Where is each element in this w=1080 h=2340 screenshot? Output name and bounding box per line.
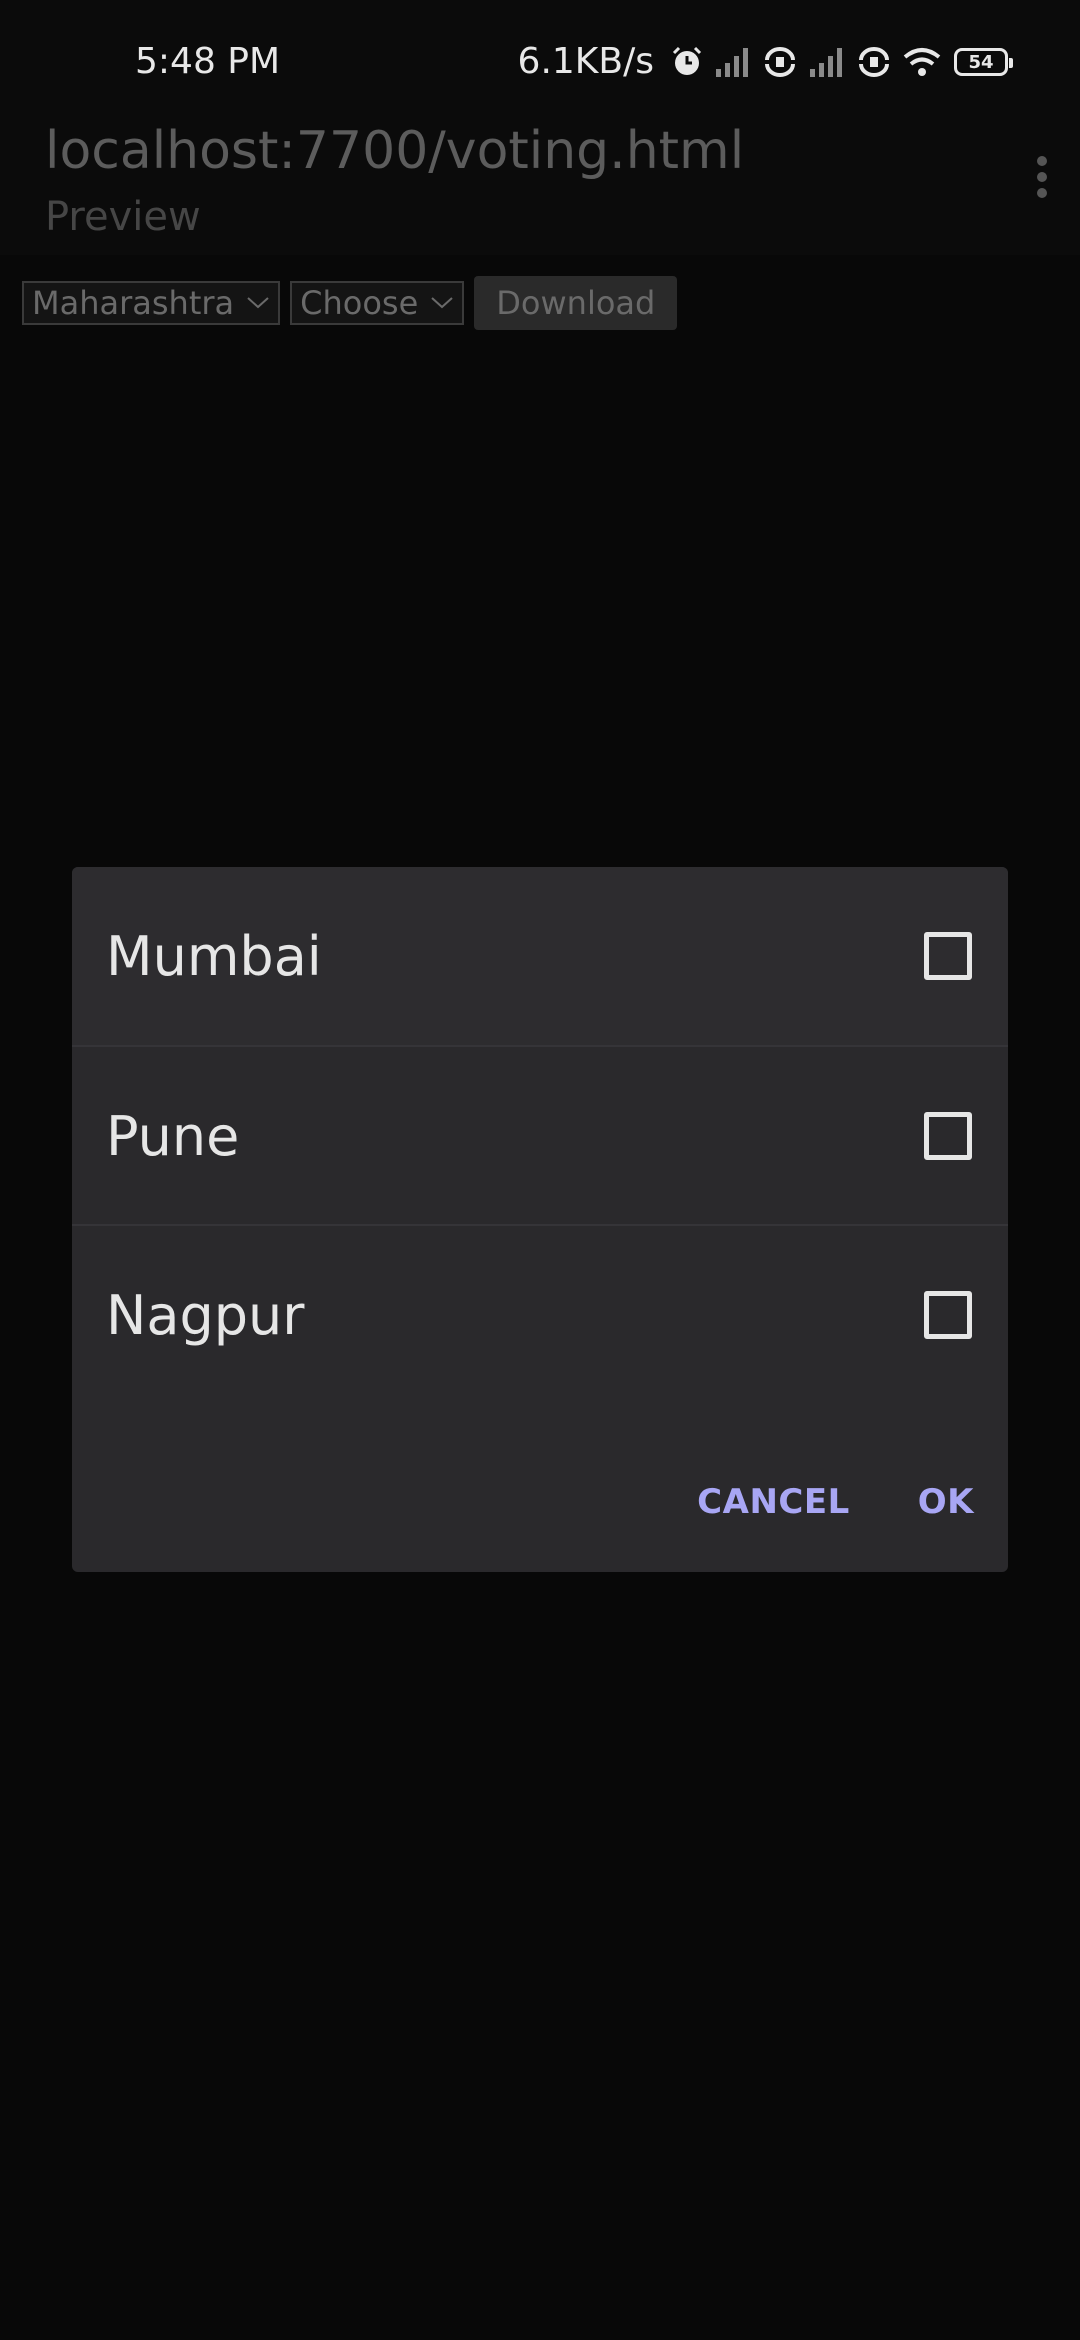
app-bar: localhost:7700/voting.html Preview	[0, 125, 1080, 255]
option-pune[interactable]: Pune	[72, 1047, 1008, 1225]
status-time: 5:48 PM	[135, 41, 281, 82]
city-multiselect-dialog: Mumbai Pune Nagpur CANCEL OK	[72, 867, 1008, 1572]
more-vert-icon[interactable]	[1032, 153, 1052, 201]
cancel-button[interactable]: CANCEL	[663, 1482, 884, 1522]
page-url-title: localhost:7700/voting.html	[45, 121, 745, 181]
city-select-value: Choose	[300, 284, 419, 322]
download-button[interactable]: Download	[474, 276, 678, 330]
checkbox[interactable]	[924, 1112, 972, 1160]
chevron-down-icon	[431, 297, 453, 309]
battery-icon: 54	[954, 48, 1013, 76]
state-select-value: Maharashtra	[32, 284, 235, 322]
checkbox[interactable]	[924, 1291, 972, 1339]
status-bar: 5:48 PM 6.1KB/s 54	[0, 0, 1080, 125]
page-toolbar: Maharashtra Choose Download	[22, 276, 678, 330]
option-label: Mumbai	[106, 924, 322, 988]
ok-button[interactable]: OK	[884, 1482, 1008, 1522]
screen: 5:48 PM 6.1KB/s 54 localhost:7700/voting…	[0, 0, 1080, 2340]
chevron-down-icon	[247, 297, 269, 309]
option-mumbai[interactable]: Mumbai	[72, 867, 1008, 1045]
signal-icon	[716, 48, 748, 77]
wifi-icon	[903, 48, 941, 76]
battery-level: 54	[968, 51, 994, 73]
status-icons: 6.1KB/s 54	[517, 38, 1013, 86]
option-nagpur[interactable]: Nagpur	[72, 1226, 1008, 1404]
city-select[interactable]: Choose	[290, 281, 465, 325]
signal-icon	[810, 48, 842, 77]
network-speed: 6.1KB/s	[517, 41, 654, 82]
checkbox[interactable]	[924, 932, 972, 980]
sync-icon	[765, 47, 795, 77]
option-label: Nagpur	[106, 1283, 305, 1347]
dialog-actions: CANCEL OK	[663, 1457, 1008, 1547]
page-subtitle: Preview	[45, 194, 201, 240]
option-label: Pune	[106, 1104, 240, 1168]
alarm-icon	[672, 46, 702, 75]
state-select[interactable]: Maharashtra	[22, 281, 281, 325]
sync-icon	[859, 47, 889, 77]
